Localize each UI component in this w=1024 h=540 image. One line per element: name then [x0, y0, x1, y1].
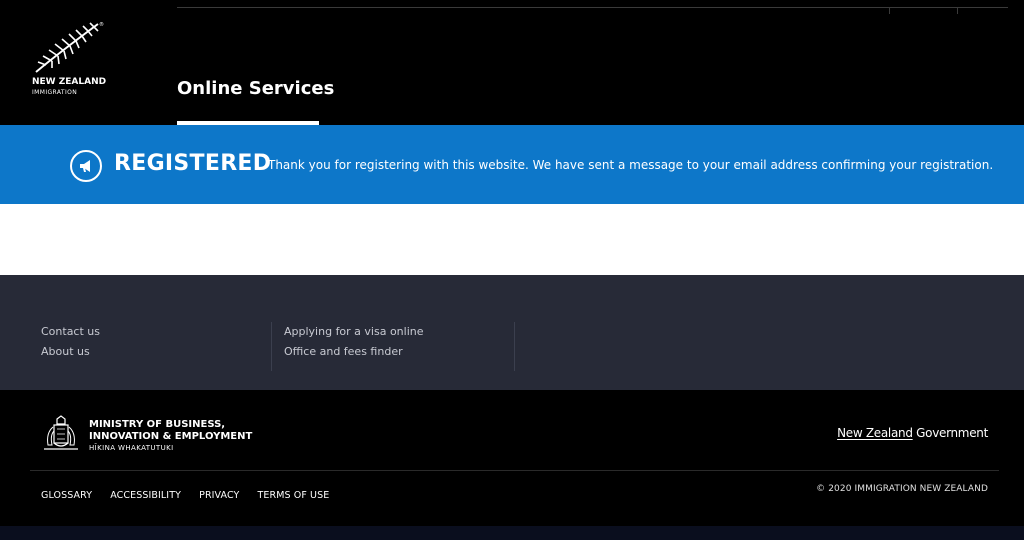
nz-government-logo-part2: Government — [912, 426, 988, 440]
footer-column-2: Applying for a visa online Office and fe… — [284, 322, 424, 362]
legal-links: GLOSSARY ACCESSIBILITY PRIVACY TERMS OF … — [41, 483, 342, 502]
footer-column-1: Contact us About us — [41, 322, 100, 362]
footer-links-section: Contact us About us Applying for a visa … — [0, 275, 1024, 390]
mbie-maori-name: HĪKINA WHAKATUTUKI — [89, 444, 174, 452]
silver-fern-icon — [35, 22, 99, 73]
tab-online-services[interactable]: Online Services — [177, 78, 334, 99]
nz-government-logo[interactable]: New Zealand Government — [837, 426, 988, 440]
main-content — [0, 204, 1024, 275]
site-footer: MINISTRY OF BUSINESS, INNOVATION & EMPLO… — [0, 390, 1024, 526]
registration-banner: REGISTERED Thank you for registering wit… — [0, 125, 1024, 204]
header-top-rule-divider — [889, 7, 890, 14]
footer-column-divider — [514, 322, 515, 371]
glossary-link[interactable]: GLOSSARY — [41, 490, 92, 501]
megaphone-icon — [70, 150, 102, 182]
banner-message: Thank you for registering with this webs… — [268, 158, 994, 172]
nz-immigration-logo[interactable]: ® NEW ZEALAND IMMIGRATION — [30, 22, 110, 102]
office-fees-finder-link[interactable]: Office and fees finder — [284, 342, 424, 362]
logo-subtitle: IMMIGRATION — [32, 89, 78, 96]
copyright-notice: © 2020 IMMIGRATION NEW ZEALAND — [816, 484, 988, 494]
mbie-name-line2: INNOVATION & EMPLOYMENT — [89, 431, 253, 442]
page-bottom-strip — [0, 526, 1024, 540]
privacy-link[interactable]: PRIVACY — [199, 490, 239, 501]
coat-of-arms-icon — [44, 415, 78, 450]
applying-for-visa-link[interactable]: Applying for a visa online — [284, 322, 424, 342]
mbie-name-line1: MINISTRY OF BUSINESS, — [89, 419, 226, 430]
site-header: ® NEW ZEALAND IMMIGRATION Online Service… — [0, 0, 1024, 125]
logo-title: NEW ZEALAND — [32, 77, 107, 87]
banner-title: REGISTERED — [114, 151, 272, 176]
nz-government-logo-part1: New Zealand — [837, 426, 913, 440]
header-top-rule — [177, 7, 1008, 14]
header-top-rule-divider — [957, 7, 958, 14]
footer-column-divider — [271, 322, 272, 371]
registered-mark: ® — [99, 22, 104, 28]
contact-us-link[interactable]: Contact us — [41, 322, 100, 342]
accessibility-link[interactable]: ACCESSIBILITY — [110, 490, 181, 501]
footer-divider — [30, 470, 999, 471]
terms-of-use-link[interactable]: TERMS OF USE — [258, 490, 330, 501]
about-us-link[interactable]: About us — [41, 342, 100, 362]
